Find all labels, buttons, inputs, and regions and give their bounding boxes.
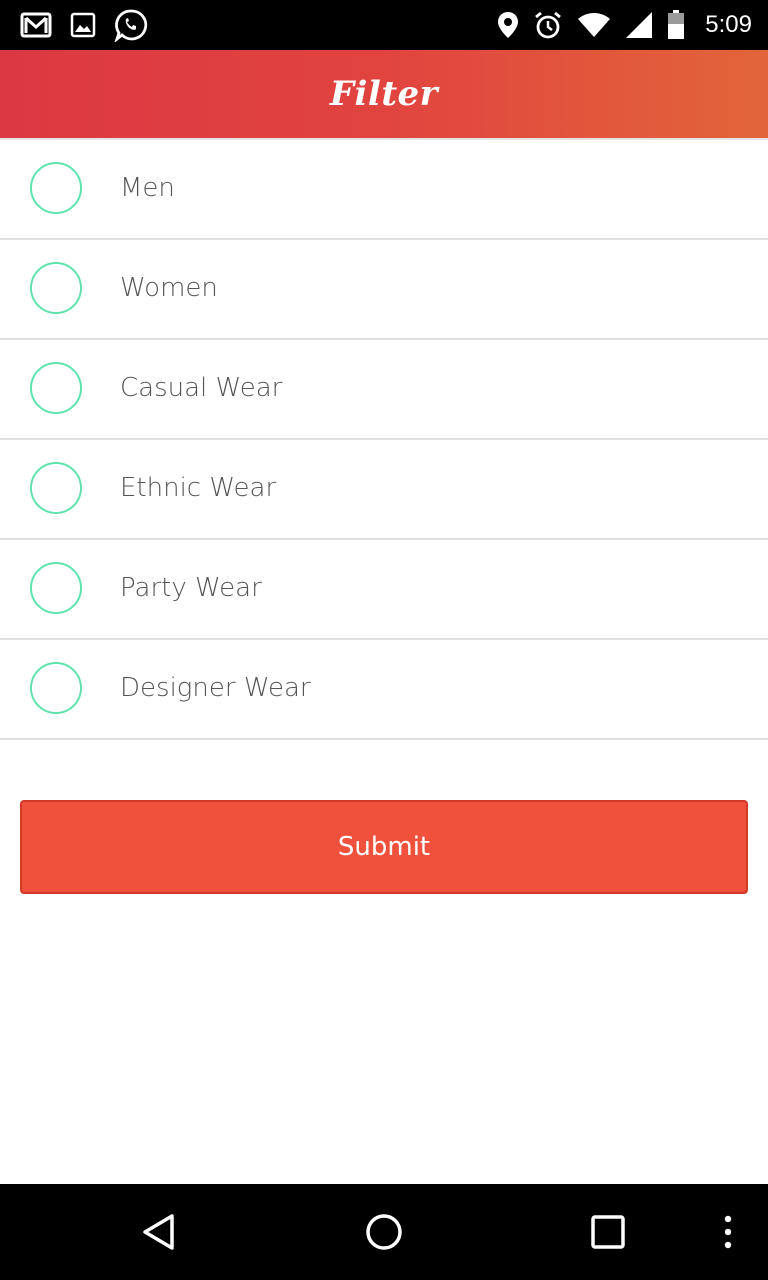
wifi-icon: [577, 12, 611, 38]
radio-button[interactable]: [30, 162, 82, 214]
submit-button[interactable]: Submit: [20, 800, 748, 894]
status-bar: 5:09: [0, 0, 768, 50]
filter-option-women[interactable]: Women: [0, 240, 768, 340]
overflow-menu-button[interactable]: [708, 1184, 748, 1280]
back-button[interactable]: [120, 1184, 200, 1280]
filter-label: Designer Wear: [120, 673, 311, 703]
notification-icons: [20, 8, 148, 42]
filter-option-ethnic-wear[interactable]: Ethnic Wear: [0, 440, 768, 540]
page-title: Filter: [329, 74, 439, 114]
overflow-menu-icon: [723, 1215, 733, 1249]
system-icons: 5:09: [497, 8, 752, 42]
image-icon: [70, 12, 96, 38]
filter-label: Men: [120, 173, 175, 203]
home-icon: [364, 1212, 404, 1252]
filter-label: Party Wear: [120, 573, 262, 603]
filter-label: Ethnic Wear: [120, 473, 277, 503]
radio-button[interactable]: [30, 462, 82, 514]
filter-option-designer-wear[interactable]: Designer Wear: [0, 640, 768, 740]
filter-option-party-wear[interactable]: Party Wear: [0, 540, 768, 640]
alarm-icon: [533, 10, 563, 40]
recents-icon: [590, 1214, 626, 1250]
radio-button[interactable]: [30, 662, 82, 714]
filter-option-men[interactable]: Men: [0, 140, 768, 240]
radio-button[interactable]: [30, 262, 82, 314]
recents-button[interactable]: [568, 1184, 648, 1280]
filter-label: Casual Wear: [120, 373, 283, 403]
filter-label: Women: [120, 273, 218, 303]
navigation-bar: [0, 1184, 768, 1280]
back-icon: [140, 1212, 180, 1252]
battery-icon: [667, 10, 685, 40]
filter-screen: 5:09 Filter Men Women Casual Wear Ethnic…: [0, 0, 768, 1280]
location-icon: [497, 11, 519, 39]
radio-button[interactable]: [30, 562, 82, 614]
whatsapp-icon: [114, 8, 148, 42]
signal-icon: [625, 11, 653, 39]
app-bar: Filter: [0, 50, 768, 138]
home-button[interactable]: [344, 1184, 424, 1280]
filter-option-casual-wear[interactable]: Casual Wear: [0, 340, 768, 440]
status-time: 5:09: [705, 11, 752, 38]
radio-button[interactable]: [30, 362, 82, 414]
filter-list: Men Women Casual Wear Ethnic Wear Party …: [0, 138, 768, 740]
gmail-icon: [20, 11, 52, 39]
